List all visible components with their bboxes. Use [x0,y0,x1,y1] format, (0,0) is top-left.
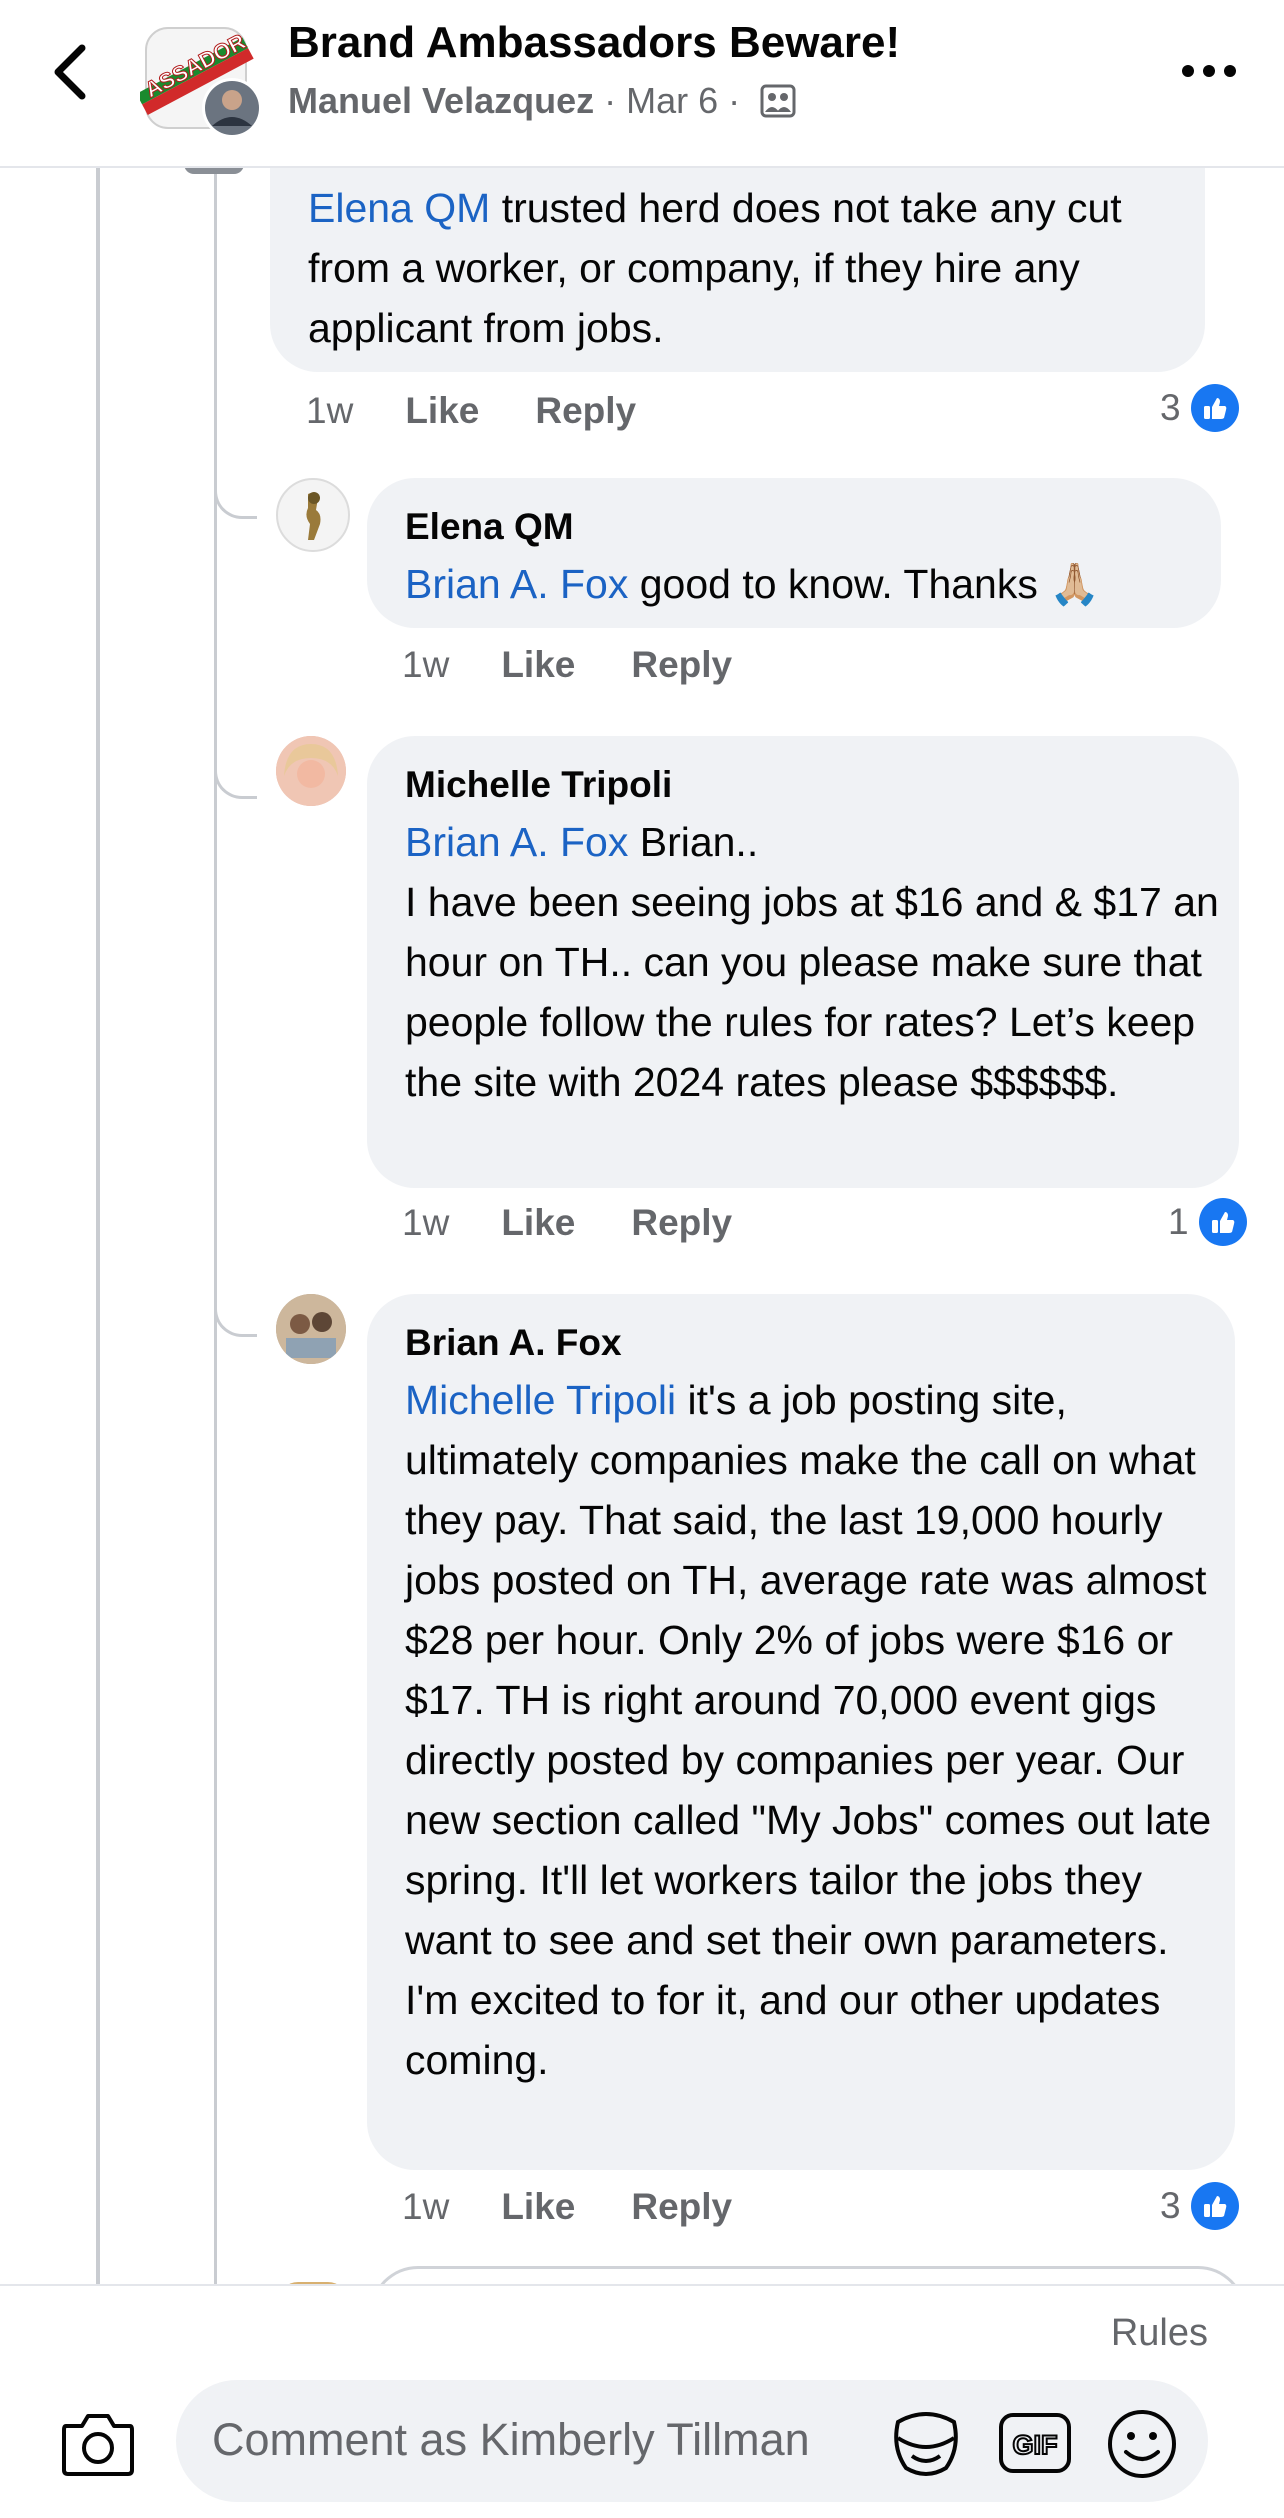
reaction-count: 1 [1168,1201,1189,1242]
thumbs-up-icon [1198,1198,1247,1246]
comment-bubble: Elena QM Brian A. Fox good to know. Than… [367,478,1221,628]
reply-button[interactable]: Reply [631,1202,732,1244]
reply-button[interactable]: Reply [631,2186,732,2228]
mention-link[interactable]: Brian A. Fox [405,561,628,607]
svg-text:GIF: GIF [1013,2430,1058,2460]
comment-text: Brian A. Fox Brian.. I have been seeing … [405,819,1219,1105]
gif-icon[interactable]: GIF [998,2412,1072,2474]
reply-button[interactable]: Reply [631,644,732,686]
post-header: ASSADOR Brand Ambassadors Beware! Manuel… [0,0,1284,168]
smiley-icon[interactable] [1106,2408,1178,2480]
mention-link[interactable]: Michelle Tripoli [405,1377,676,1423]
post-meta: Manuel Velazquez · Mar 6 · [288,80,796,122]
comment-placeholder: Comment as Kimberly Tillman [212,2414,810,2465]
comment-bubble: Brian A. Fox Michelle Tripoli it's a job… [367,1294,1235,2170]
comment-time[interactable]: 1w [402,1202,449,1244]
avatar[interactable] [276,736,346,806]
reply-button[interactable]: Reply [535,390,636,432]
group-avatar[interactable]: ASSADOR [140,24,268,144]
like-button[interactable]: Like [405,390,479,432]
thread-connector [214,420,257,519]
more-horizontal-icon[interactable] [1180,60,1238,82]
thread-connector [214,700,257,799]
comment-bubble: Michelle Tripoli Brian A. Fox Brian.. I … [367,736,1239,1188]
comment-time[interactable]: 1w [306,390,353,432]
rules-link[interactable]: Rules [1111,2312,1208,2355]
comment-text: Michelle Tripoli it's a job posting site… [405,1377,1212,2083]
sticker-icon[interactable] [888,2408,964,2480]
comment-actions: 1w Like Reply [402,2186,732,2228]
mention-link[interactable]: Elena QM [308,185,490,231]
group-title[interactable]: Brand Ambassadors Beware! [288,18,900,68]
reaction-count: 3 [1160,2185,1181,2226]
separator: · [604,80,617,121]
avatar[interactable] [276,1294,346,1364]
group-icon [760,84,796,118]
thread-line-outer [96,166,100,2286]
post-author[interactable]: Manuel Velazquez [288,80,594,122]
comment-text: Brian A. Fox good to know. Thanks 🙏🏼 [405,561,1101,607]
post-date[interactable]: Mar 6 [626,80,718,122]
comment-input[interactable]: Comment as Kimberly Tillman GIF [176,2380,1208,2502]
reaction-summary[interactable]: 3 [1160,2182,1239,2230]
like-button[interactable]: Like [501,644,575,686]
thread-connector [214,1236,257,1337]
reaction-summary[interactable]: 1 [1168,1198,1247,1246]
avatar[interactable] [276,478,350,552]
reaction-count: 3 [1160,387,1181,428]
comment-bubble: Elena QM trusted herd does not take any … [270,150,1205,372]
comment-author[interactable]: Elena QM [405,506,574,548]
comment-author[interactable]: Michelle Tripoli [405,764,672,806]
comment-text: Elena QM trusted herd does not take any … [308,185,1122,351]
like-button[interactable]: Like [501,1202,575,1244]
like-button[interactable]: Like [501,2186,575,2228]
chevron-left-icon[interactable] [46,40,96,104]
reaction-summary[interactable]: 3 [1160,384,1239,432]
thumbs-up-icon [1190,2182,1239,2230]
comment-actions: 1w Like Reply [402,644,732,686]
comment-actions: 1w Like Reply [402,1202,732,1244]
mention-link[interactable]: Brian A. Fox [405,819,628,865]
comment-actions: 1w Like Reply [306,390,636,432]
separator: · [728,80,741,121]
comment-time[interactable]: 1w [402,2186,449,2228]
comment-author[interactable]: Brian A. Fox [405,1322,622,1364]
comment-composer: Rules Comment as Kimberly Tillman GIF [0,2284,1284,2518]
camera-icon[interactable] [60,2408,136,2478]
comment-time[interactable]: 1w [402,644,449,686]
thumbs-up-icon [1190,384,1239,432]
